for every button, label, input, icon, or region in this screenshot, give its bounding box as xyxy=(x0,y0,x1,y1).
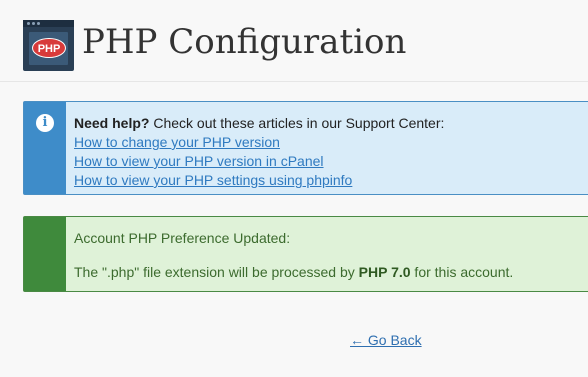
help-callout-content: Need help? Check out these articles in o… xyxy=(74,114,444,190)
success-callout: Account PHP Preference Updated: The ".ph… xyxy=(23,216,588,292)
help-callout-strip: i xyxy=(24,102,66,194)
go-back-link[interactable]: ← Go Back xyxy=(350,332,422,348)
help-intro: Need help? Check out these articles in o… xyxy=(74,114,444,133)
window-dot xyxy=(32,22,35,25)
page-header: PHP PHP Configuration xyxy=(0,0,588,82)
success-callout-strip xyxy=(24,217,66,291)
info-icon: i xyxy=(36,114,54,132)
success-message: The ".php" file extension will be proces… xyxy=(74,263,513,282)
page-title: PHP Configuration xyxy=(82,22,407,62)
success-callout-content: Account PHP Preference Updated: The ".ph… xyxy=(74,229,513,282)
need-help-label: Need help? xyxy=(74,115,150,131)
help-intro-text: Check out these articles in our Support … xyxy=(149,115,445,131)
page: PHP PHP Configuration i Need help? Check… xyxy=(0,0,588,377)
help-callout: i Need help? Check out these articles in… xyxy=(23,101,588,195)
php-version-value: PHP 7.0 xyxy=(358,264,411,280)
window-dot xyxy=(37,22,40,25)
php-badge: PHP xyxy=(32,38,66,58)
success-message-prefix: The ".php" file extension will be proces… xyxy=(74,264,359,280)
link-view-php-version-cpanel[interactable]: How to view your PHP version in cPanel xyxy=(74,152,444,171)
php-logo-icon: PHP xyxy=(23,20,74,71)
success-title: Account PHP Preference Updated: xyxy=(74,230,291,246)
link-view-php-settings-phpinfo[interactable]: How to view your PHP settings using phpi… xyxy=(74,171,444,190)
window-dot xyxy=(27,22,30,25)
window-titlebar xyxy=(23,20,74,27)
success-message-suffix: for this account. xyxy=(410,264,514,280)
link-change-php-version[interactable]: How to change your PHP version xyxy=(74,133,444,152)
